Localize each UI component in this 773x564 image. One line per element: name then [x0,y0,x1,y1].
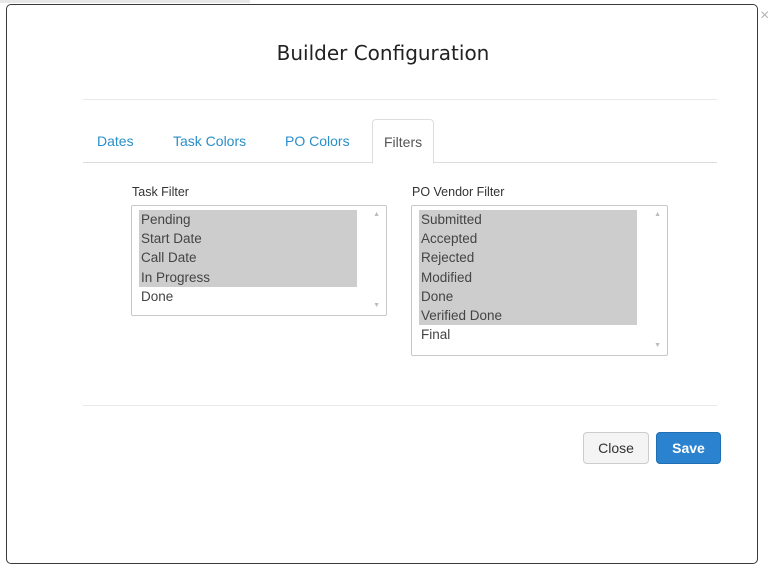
po-vendor-filter-listbox[interactable]: Submitted Accepted Rejected Modified Don… [411,205,668,356]
task-filter-option-call-date[interactable]: Call Date [139,248,357,268]
scroll-down-arrow-icon[interactable]: ▼ [373,302,380,309]
task-filter-option-start-date[interactable]: Start Date [139,229,357,249]
task-filter-label: Task Filter [132,185,189,199]
task-filter-option-in-progress[interactable]: In Progress [139,267,357,287]
po-vendor-option-rejected[interactable]: Rejected [419,248,637,268]
dialog-title: Builder Configuration [276,41,490,65]
task-filter-listbox[interactable]: Pending Start Date Call Date In Progress… [131,205,387,316]
close-icon[interactable]: × [760,8,769,24]
backdrop-edge [0,0,250,3]
tab-bar: Dates Task Colors PO Colors Filters [83,119,717,164]
tab-po-colors[interactable]: PO Colors [285,119,350,163]
po-vendor-option-submitted[interactable]: Submitted [419,210,637,230]
po-vendor-option-verified-done[interactable]: Verified Done [419,305,637,326]
po-vendor-option-modified[interactable]: Modified [419,267,637,287]
po-vendor-option-accepted[interactable]: Accepted [419,229,637,249]
footer-divider [83,405,717,406]
save-button[interactable]: Save [656,432,721,464]
task-filter-option-pending[interactable]: Pending [139,210,357,230]
scroll-up-arrow-icon[interactable]: ▲ [654,211,661,218]
scroll-up-arrow-icon[interactable]: ▲ [373,211,380,218]
po-vendor-option-final[interactable]: Final [419,325,637,344]
builder-configuration-dialog: Builder Configuration Dates Task Colors … [6,4,758,564]
scroll-down-arrow-icon[interactable]: ▼ [654,342,661,349]
task-filter-option-done[interactable]: Done [139,287,357,306]
tab-dates[interactable]: Dates [97,119,134,163]
po-vendor-option-done[interactable]: Done [419,286,637,306]
tab-filters[interactable]: Filters [372,119,435,164]
close-button[interactable]: Close [583,432,649,464]
tab-task-colors[interactable]: Task Colors [173,119,246,163]
header-divider [83,99,717,100]
po-vendor-filter-label: PO Vendor Filter [412,185,505,199]
